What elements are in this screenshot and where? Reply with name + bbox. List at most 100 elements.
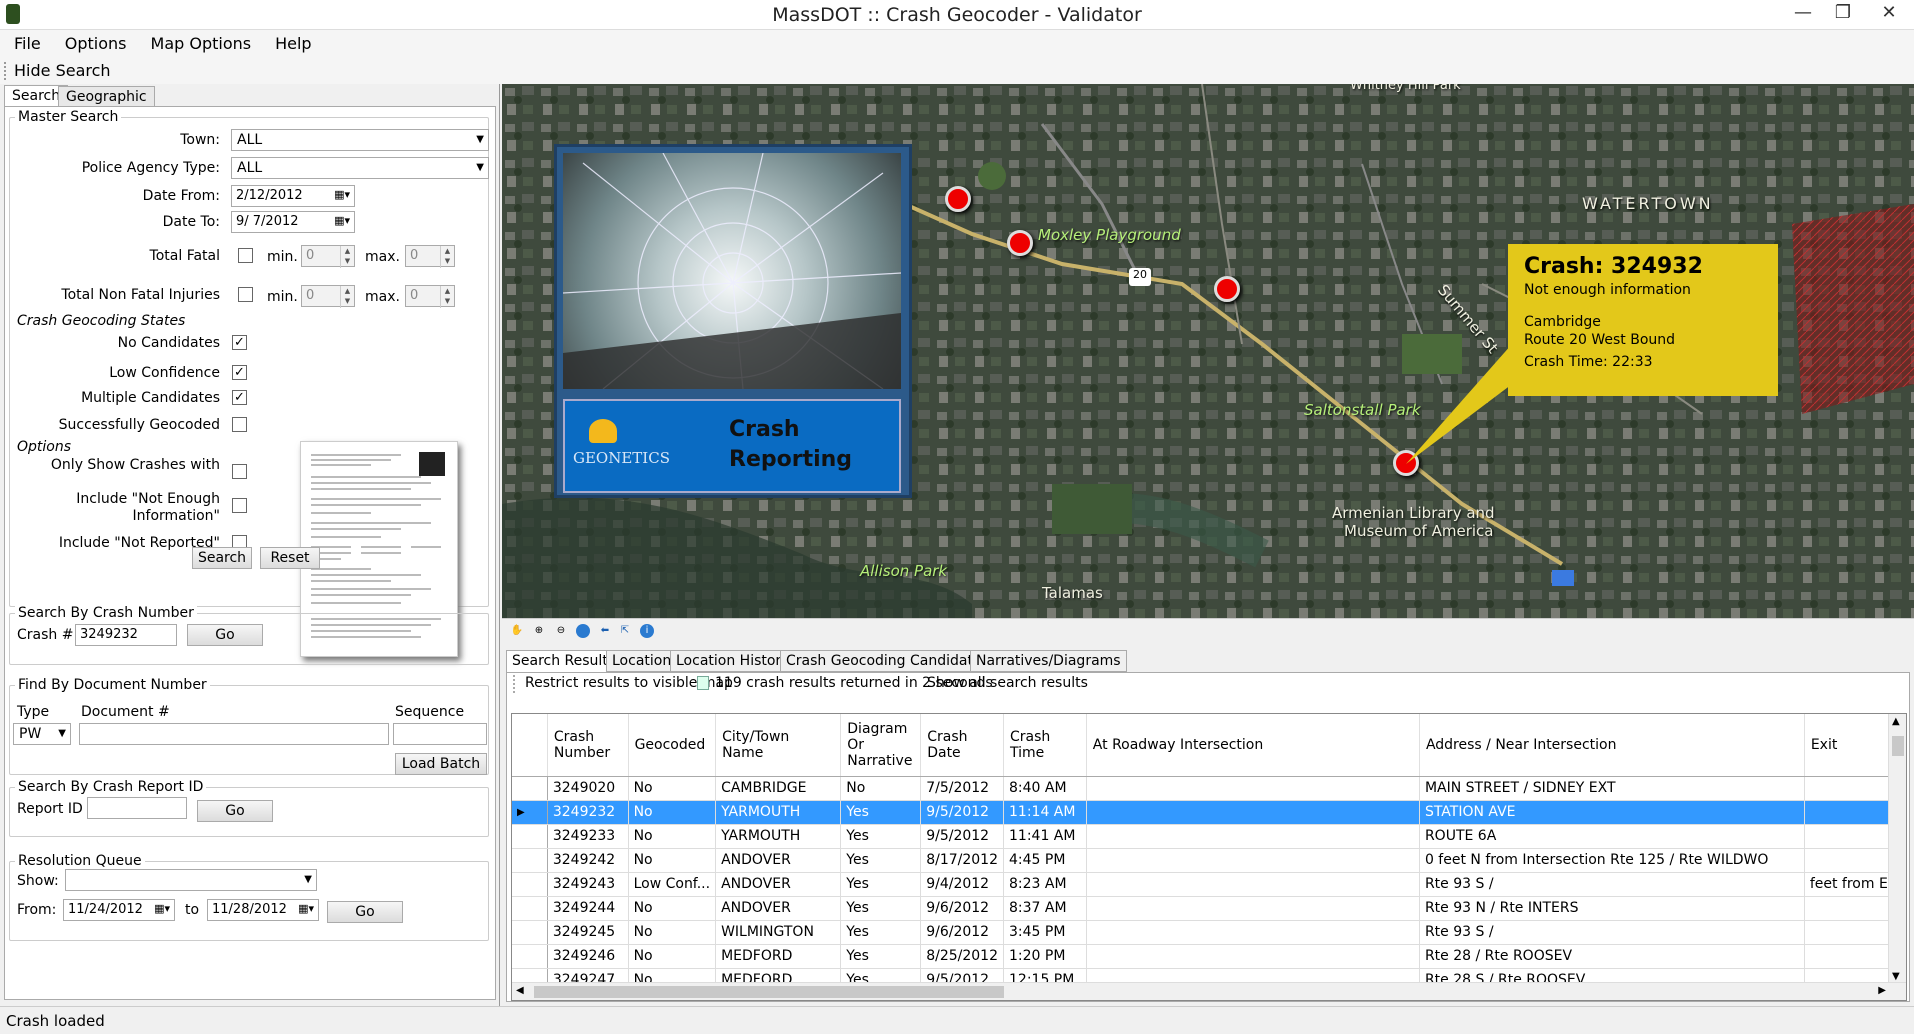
zoom-in-icon[interactable]: ⊕ bbox=[532, 624, 546, 638]
report-id-go-button[interactable]: Go bbox=[197, 800, 273, 822]
resolution-from-picker[interactable]: 11/24/2012 ▦▾ bbox=[63, 899, 175, 921]
table-cell[interactable]: 9/5/2012 bbox=[920, 800, 1004, 825]
menu-options[interactable]: Options bbox=[51, 30, 137, 53]
table-cell[interactable]: Yes bbox=[840, 944, 922, 969]
table-cell[interactable]: ANDOVER bbox=[715, 848, 842, 873]
tab-location[interactable]: Location bbox=[606, 650, 678, 672]
table-cell[interactable]: 3249233 bbox=[547, 824, 629, 849]
table-cell[interactable]: WILMINGTON bbox=[715, 920, 842, 945]
doc-type-select[interactable]: PW ▼ bbox=[13, 723, 71, 745]
table-cell[interactable]: No bbox=[628, 776, 717, 801]
low-confidence-checkbox[interactable]: ✓ bbox=[232, 365, 247, 380]
reset-button[interactable]: Reset bbox=[260, 547, 320, 569]
table-cell[interactable]: 7/5/2012 bbox=[920, 776, 1004, 801]
table-cell[interactable]: ROUTE 6A bbox=[1419, 824, 1805, 849]
calendar-icon[interactable]: ▦▾ bbox=[334, 188, 350, 201]
toolstrip-grip[interactable] bbox=[4, 62, 7, 80]
not-enough-checkbox[interactable] bbox=[232, 498, 247, 513]
tab-geographic[interactable]: Geographic bbox=[58, 86, 155, 108]
table-cell[interactable]: 1:20 PM bbox=[1003, 944, 1087, 969]
table-cell[interactable] bbox=[1086, 800, 1420, 825]
table-cell[interactable]: Yes bbox=[840, 896, 922, 921]
spinner-arrows-icon[interactable]: ▲ ▼ bbox=[440, 246, 454, 268]
table-cell[interactable]: 3249245 bbox=[547, 920, 629, 945]
fatal-min-spinner[interactable]: 0 ▲ ▼ bbox=[301, 245, 355, 268]
table-cell[interactable]: 9/5/2012 bbox=[920, 824, 1004, 849]
resolution-to-picker[interactable]: 11/28/2012 ▦▾ bbox=[207, 899, 319, 921]
table-cell[interactable]: MEDFORD bbox=[715, 944, 842, 969]
row-header[interactable] bbox=[512, 824, 548, 849]
calendar-icon[interactable]: ▦▾ bbox=[334, 214, 350, 227]
menu-map-options[interactable]: Map Options bbox=[137, 30, 262, 53]
resolution-show-select[interactable]: ▼ bbox=[65, 869, 317, 891]
doc-sequence-input[interactable] bbox=[393, 723, 487, 745]
table-cell[interactable]: 9/4/2012 bbox=[920, 872, 1004, 897]
non-fatal-checkbox[interactable] bbox=[238, 287, 253, 302]
table-cell[interactable]: 0 feet N from Intersection Rte 125 / Rte… bbox=[1419, 848, 1805, 873]
tab-search-results[interactable]: Search Results bbox=[506, 650, 622, 672]
table-cell[interactable]: 3249020 bbox=[547, 776, 629, 801]
full-extent-icon[interactable]: ⇱ bbox=[618, 624, 632, 638]
maximize-button[interactable]: ❐ bbox=[1820, 0, 1866, 28]
doc-number-input[interactable] bbox=[79, 723, 389, 745]
resolution-go-button[interactable]: Go bbox=[327, 901, 403, 923]
spinner-arrows-icon[interactable]: ▲ ▼ bbox=[440, 286, 454, 308]
table-cell[interactable]: 11:41 AM bbox=[1003, 824, 1087, 849]
search-button[interactable]: Search bbox=[192, 547, 252, 569]
table-cell[interactable]: 4:45 PM bbox=[1003, 848, 1087, 873]
table-cell[interactable]: ANDOVER bbox=[715, 896, 842, 921]
table-row[interactable]: 3249244 No ANDOVER Yes 9/6/2012 8:37 AM Rte 93… bbox=[512, 896, 1906, 921]
table-cell[interactable]: 3249246 bbox=[547, 944, 629, 969]
menu-file[interactable]: File bbox=[0, 30, 51, 53]
table-cell[interactable]: YARMOUTH bbox=[715, 824, 842, 849]
table-cell[interactable]: Rte 93 S / bbox=[1419, 920, 1805, 945]
spinner-arrows-icon[interactable]: ▲ ▼ bbox=[340, 246, 354, 268]
row-header[interactable] bbox=[512, 776, 548, 801]
tab-location-history[interactable]: Location History bbox=[670, 650, 796, 672]
table-row[interactable]: 3249233 No YARMOUTH Yes 9/5/2012 11:41 AM ROUT… bbox=[512, 824, 1906, 849]
menu-help[interactable]: Help bbox=[261, 30, 321, 53]
scroll-up-icon[interactable]: ▲ bbox=[1892, 716, 1900, 727]
table-cell[interactable]: Yes bbox=[840, 824, 922, 849]
town-select[interactable]: ALL ▼ bbox=[231, 129, 489, 151]
table-cell[interactable]: Yes bbox=[840, 800, 922, 825]
agency-select[interactable]: ALL ▼ bbox=[231, 157, 489, 179]
map-view[interactable]: Whitney Hill Park WATERTOWN Moxley Playg… bbox=[502, 84, 1914, 618]
globe-icon[interactable] bbox=[576, 624, 590, 638]
tab-geocoding-candidates[interactable]: Crash Geocoding Candidates bbox=[780, 650, 995, 672]
col-crash-number[interactable]: Crash Number bbox=[547, 714, 629, 777]
crash-marker[interactable] bbox=[945, 186, 971, 212]
table-cell[interactable] bbox=[1086, 824, 1420, 849]
calendar-icon[interactable]: ▦▾ bbox=[298, 902, 314, 915]
table-row[interactable]: 3249246 No MEDFORD Yes 8/25/2012 1:20 PM Rte 2… bbox=[512, 944, 1906, 969]
table-row[interactable]: 3249245 No WILMINGTON Yes 9/6/2012 3:45 PM Rte… bbox=[512, 920, 1906, 945]
table-row[interactable]: ▶ 3249232 No YARMOUTH Yes 9/5/2012 11:14 AM STA… bbox=[512, 800, 1906, 825]
table-cell[interactable]: Low Conf... bbox=[628, 872, 717, 897]
table-cell[interactable]: No bbox=[628, 944, 717, 969]
load-batch-button[interactable]: Load Batch bbox=[395, 753, 487, 775]
show-all-results-button[interactable]: Show all search results bbox=[927, 675, 1088, 691]
info-icon[interactable]: i bbox=[640, 624, 654, 638]
table-row[interactable]: 3249020 No CAMBRIDGE No 7/5/2012 8:40 AM MAIN … bbox=[512, 776, 1906, 801]
nonfatal-min-spinner[interactable]: 0 ▲ ▼ bbox=[301, 285, 355, 308]
table-cell[interactable]: 3249242 bbox=[547, 848, 629, 873]
col-at-roadway[interactable]: At Roadway Intersection bbox=[1086, 714, 1420, 777]
zoom-out-icon[interactable]: ⊖ bbox=[554, 624, 568, 638]
table-cell[interactable]: 3249232 bbox=[547, 800, 629, 825]
table-cell[interactable]: 11:14 AM bbox=[1003, 800, 1087, 825]
table-cell[interactable] bbox=[1086, 848, 1420, 873]
table-cell[interactable] bbox=[1086, 920, 1420, 945]
table-cell[interactable]: 3249243 bbox=[547, 872, 629, 897]
only-show-checkbox[interactable] bbox=[232, 464, 247, 479]
vertical-scroll-thumb[interactable] bbox=[1892, 736, 1904, 756]
table-cell[interactable]: YARMOUTH bbox=[715, 800, 842, 825]
col-crash-time[interactable]: Crash Time bbox=[1003, 714, 1087, 777]
table-cell[interactable]: No bbox=[840, 776, 922, 801]
table-row[interactable]: 3249242 No ANDOVER Yes 8/17/2012 4:45 PM 0 fee… bbox=[512, 848, 1906, 873]
table-cell[interactable]: 8:23 AM bbox=[1003, 872, 1087, 897]
row-header[interactable] bbox=[512, 944, 548, 969]
table-cell[interactable]: No bbox=[628, 896, 717, 921]
total-fatal-checkbox[interactable] bbox=[238, 248, 253, 263]
calendar-icon[interactable]: ▦▾ bbox=[154, 902, 170, 915]
table-cell[interactable]: 8:40 AM bbox=[1003, 776, 1087, 801]
